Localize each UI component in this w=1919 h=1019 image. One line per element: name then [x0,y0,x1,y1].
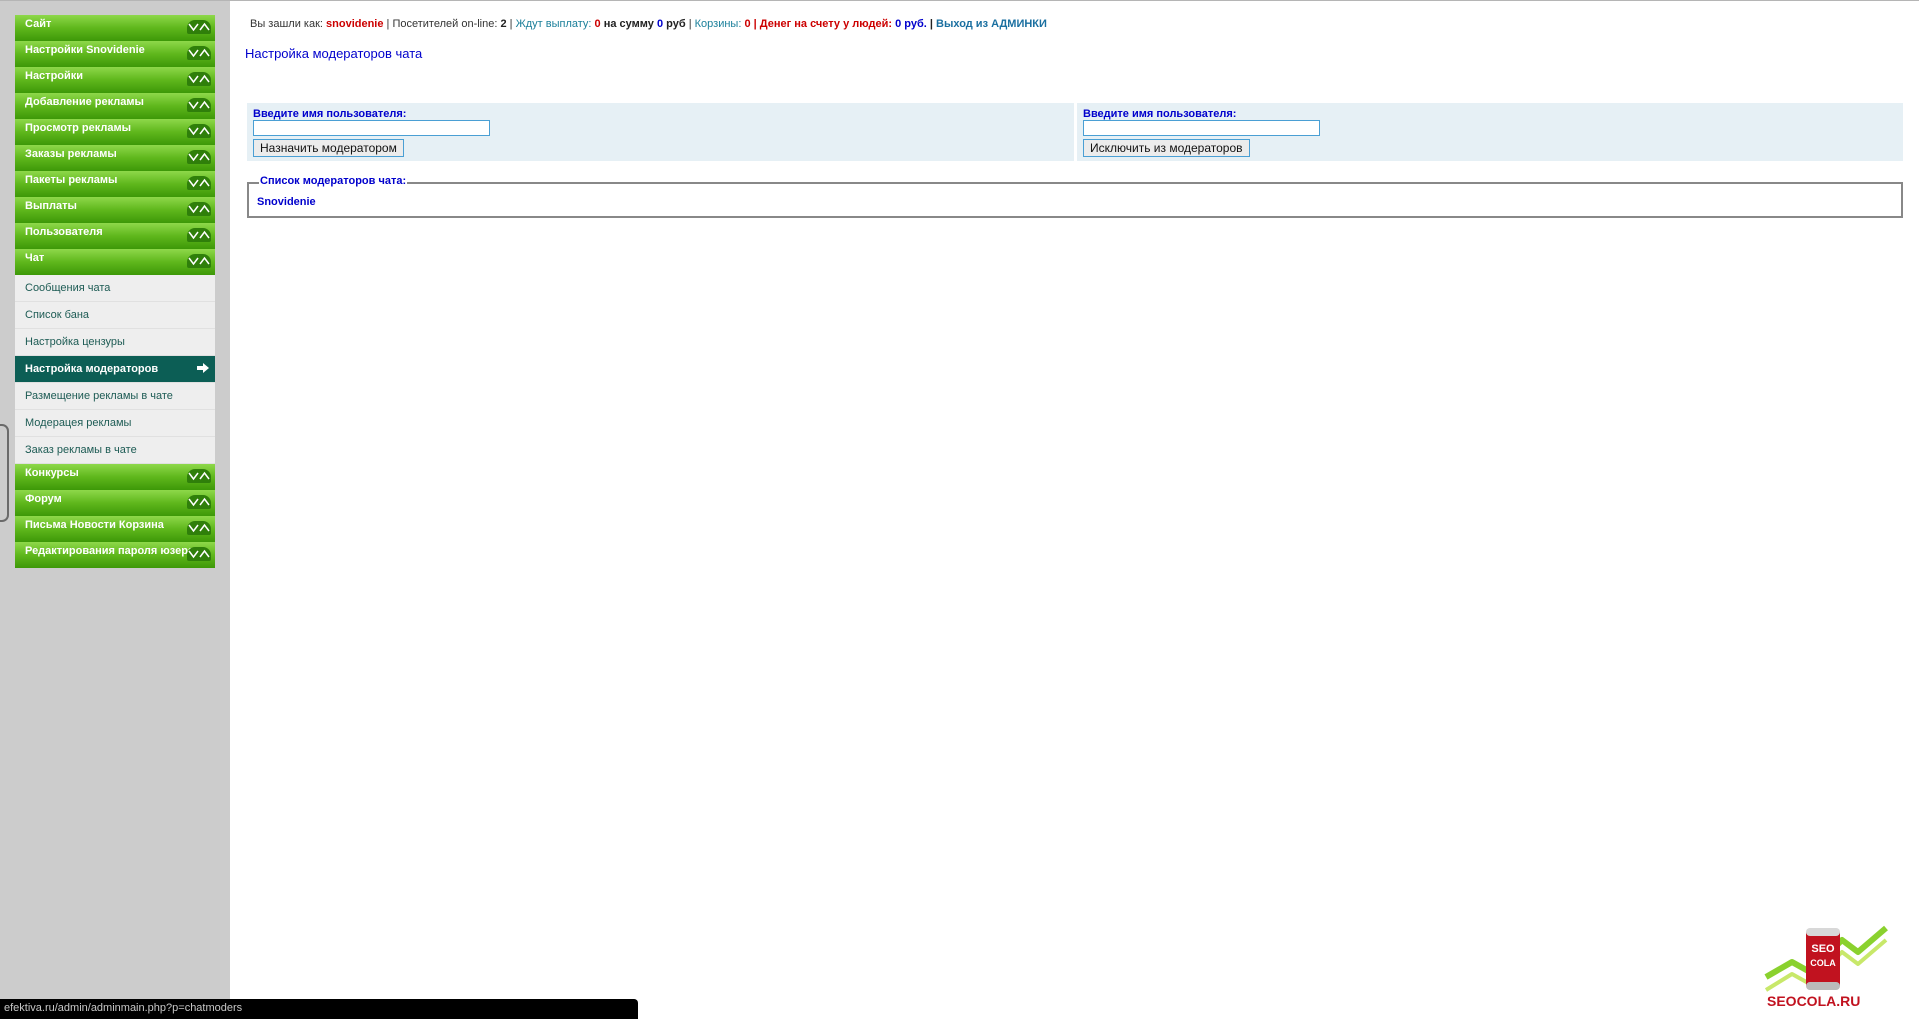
submenu-item-label: Список бана [25,309,90,321]
page-title: Настройка модераторов чата [245,46,423,61]
money-value: 0 руб. [895,18,927,30]
chevron-down-up-icon[interactable] [187,202,211,216]
submenu-item-label: Настройка модераторов [25,363,159,375]
sum-value: 0 [656,18,664,30]
menu-category-label: Просмотр рекламы [25,122,132,134]
payout-waiting-count: 0 [594,18,601,30]
menu-category-label: Редактирования пароля юзера [25,545,195,557]
online-label: Посетителей on-line: [392,18,498,30]
chevron-down-up-icon[interactable] [187,495,211,509]
carts-count: 0 [744,18,751,30]
menu-category-payouts[interactable]: Выплаты [15,197,215,223]
menu-category-label: Письма Новости Корзина [25,519,164,531]
submenu-item-label: Заказ рекламы в чате [25,444,137,456]
menu-category-contests[interactable]: Конкурсы [15,464,215,490]
online-count: 2 [500,18,507,30]
chevron-down-up-icon[interactable] [187,98,211,112]
separator: | [929,18,933,30]
menu-category-user-password[interactable]: Редактирования пароля юзера [15,542,215,568]
menu-category-label: Заказы рекламы [25,148,117,160]
chevron-down-up-icon[interactable] [187,254,211,268]
assign-moderator-button[interactable]: Назначить модератором [253,139,404,157]
chevron-down-up-icon[interactable] [187,547,211,561]
chevron-down-up-icon[interactable] [187,150,211,164]
menu-category-label: Настройки Snovidenie [25,44,145,56]
admin-menu: Сайт Настройки Snovidenie Настройки Доба… [15,15,215,568]
chevron-down-up-icon[interactable] [187,228,211,242]
sum-unit: руб [666,18,686,30]
separator: | [688,18,692,30]
separator: | [386,18,390,30]
menu-category-label: Пакеты рекламы [25,174,118,186]
logo-can-text: COLA [1810,958,1836,968]
arrow-right-icon [197,363,209,373]
chevron-down-up-icon[interactable] [187,72,211,86]
logo-can-text: SEO [1811,943,1835,955]
menu-category-label: Конкурсы [25,467,79,479]
moderator-forms: Введите имя пользователя: Назначить моде… [247,103,1903,161]
money-label: | Денег на счету у людей: [753,18,893,30]
menu-category-ad-packages[interactable]: Пакеты рекламы [15,171,215,197]
remove-moderator-button[interactable]: Исключить из модераторов [1083,139,1250,157]
remove-username-input[interactable] [1083,120,1320,136]
menu-category-snovidenie-settings[interactable]: Настройки Snovidenie [15,41,215,67]
chevron-down-up-icon[interactable] [187,46,211,60]
main-content: Вы зашли как: snovidenie | Посетителей o… [230,1,1919,1019]
moderators-list-legend: Список модераторов чата: [259,175,408,187]
username-label: Введите имя пользователя: [253,108,407,120]
chevron-down-up-icon[interactable] [187,20,211,34]
menu-category-label: Настройки [25,70,84,82]
status-url: efektiva.ru/admin/adminmain.php?p=chatmo… [4,1002,243,1014]
menu-category-forum[interactable]: Форум [15,490,215,516]
browser-status-bar: efektiva.ru/admin/adminmain.php?p=chatmo… [0,999,638,1019]
logged-as-label: Вы зашли как: [250,18,323,30]
submenu-item-censorship[interactable]: Настройка цензуры [15,329,215,356]
carts-link[interactable]: Корзины: [695,18,742,30]
current-user: snovidenie [326,18,384,30]
moderator-item[interactable]: Snovidenie [257,196,316,208]
submenu-item-chat-messages[interactable]: Сообщения чата [15,275,215,302]
submenu-item-chat-ad-placement[interactable]: Размещение рекламы в чате [15,383,215,410]
logout-link[interactable]: Выход из АДМИНКИ [936,18,1047,30]
chevron-down-up-icon[interactable] [187,176,211,190]
submenu-item-label: Размещение рекламы в чате [25,390,173,402]
menu-category-users[interactable]: Пользователя [15,223,215,249]
submenu-item-ad-moderation[interactable]: Модерацея рекламы [15,410,215,437]
menu-category-site[interactable]: Сайт [15,15,215,41]
menu-category-label: Чат [25,252,45,264]
menu-category-label: Выплаты [25,200,77,212]
assign-moderator-panel: Введите имя пользователя: Назначить моде… [247,103,1074,161]
chat-submenu: Сообщения чата Список бана Настройка цен… [15,275,215,464]
submenu-item-ban-list[interactable]: Список бана [15,302,215,329]
menu-category-label: Добавление рекламы [25,96,144,108]
admin-status-line: Вы зашли как: snovidenie | Посетителей o… [250,18,1047,30]
remove-moderator-panel: Введите имя пользователя: Исключить из м… [1077,103,1903,161]
moderators-list: Список модераторов чата: Snovidenie [247,175,1903,218]
logo-text: SEOCOLA.RU [1767,993,1861,1009]
menu-category-add-ads[interactable]: Добавление рекламы [15,93,215,119]
menu-category-label: Сайт [25,18,52,30]
sum-label: на сумму [603,18,654,30]
menu-category-letters-news-cart[interactable]: Письма Новости Корзина [15,516,215,542]
chevron-down-up-icon[interactable] [187,469,211,483]
submenu-item-label: Настройка цензуры [25,336,125,348]
submenu-item-moderators[interactable]: Настройка модераторов [15,356,215,383]
menu-category-label: Пользователя [25,226,103,238]
assign-username-input[interactable] [253,120,490,136]
menu-category-label: Форум [25,493,62,505]
chevron-down-up-icon[interactable] [187,124,211,138]
menu-category-chat[interactable]: Чат [15,249,215,275]
menu-category-settings[interactable]: Настройки [15,67,215,93]
submenu-item-chat-ad-order[interactable]: Заказ рекламы в чате [15,437,215,464]
separator: | [509,18,513,30]
menu-category-view-ads[interactable]: Просмотр рекламы [15,119,215,145]
username-label: Введите имя пользователя: [1083,108,1237,120]
chevron-down-up-icon[interactable] [187,521,211,535]
submenu-item-label: Сообщения чата [25,282,111,294]
menu-category-ad-orders[interactable]: Заказы рекламы [15,145,215,171]
payout-waiting-link[interactable]: Ждут выплату: [516,18,592,30]
submenu-item-label: Модерацея рекламы [25,417,132,429]
side-panel-handle[interactable] [0,424,9,522]
